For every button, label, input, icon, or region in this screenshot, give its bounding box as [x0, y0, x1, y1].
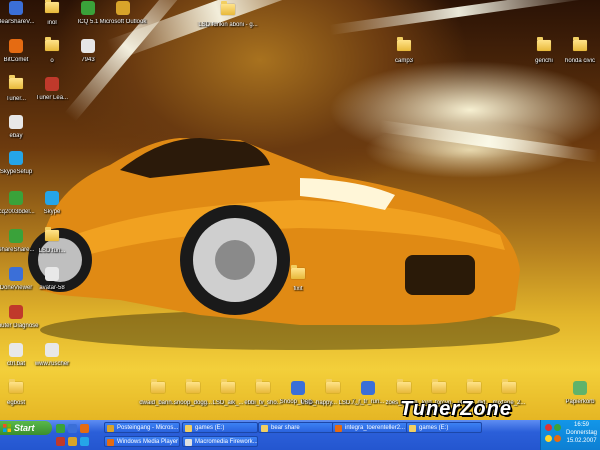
desktop-icon-label: egbost [6, 400, 25, 406]
desktop-icon[interactable]: avatar-58 [20, 266, 84, 292]
desktop-icon-label: Skype [43, 209, 61, 215]
tray-bitcomet-icon[interactable] [554, 435, 561, 442]
taskbar-button-label: Windows Media Player [117, 439, 179, 445]
taskbar-button-label: games (E:) [195, 425, 225, 431]
taskbar-button-label: Posteingang - Micros... [117, 425, 179, 431]
desktop-icon-label: LSD.fun... [38, 248, 66, 254]
folder-icon [572, 37, 588, 56]
quick-launch-skype-icon[interactable] [80, 437, 89, 446]
desktop-icon[interactable]: SkypeSetup [0, 150, 48, 176]
quick-launch-icq-icon[interactable] [56, 424, 65, 433]
desktop-icon[interactable]: camp3 [372, 37, 436, 65]
desktop-icon-label: 7943 [81, 57, 95, 63]
taskbar-button[interactable]: Windows Media Player [104, 436, 180, 447]
taskbar-button[interactable]: games (E:) [406, 422, 482, 433]
clock-date: 15.02.2007 [566, 438, 597, 444]
desktop-icon-label: LSD funkin aboni - g... [198, 22, 258, 28]
window-icon [261, 425, 268, 432]
taskbar-button[interactable]: Macromedia Firework... [182, 436, 258, 447]
folder-icon [8, 379, 24, 398]
desktop-icon-label: ebay [9, 133, 23, 139]
folder-icon [290, 265, 306, 284]
folder-icon [44, 227, 60, 246]
application-icon [8, 151, 24, 167]
tray-network-icon[interactable] [545, 435, 552, 442]
clock[interactable]: 16:59 Donnerstag 15.02.2007 [566, 421, 597, 445]
quick-launch-media-icon[interactable] [80, 424, 89, 433]
quick-launch-app-icon[interactable] [56, 437, 65, 446]
application-icon [8, 115, 24, 131]
desktop-icon[interactable]: Router Diagnose [0, 304, 48, 330]
taskbar-button[interactable]: games (E:) [182, 422, 258, 433]
folder-icon [501, 379, 517, 398]
desktop: BearShareV... inol ICQ 5.1 Microsoft Outloo… [0, 0, 600, 420]
quick-launch-outlook-icon[interactable] [68, 437, 77, 446]
application-icon [44, 77, 60, 93]
desktop-icon-label: www.ruscher [34, 361, 70, 367]
window-icon [335, 425, 342, 432]
start-button[interactable]: Start [0, 421, 52, 435]
application-icon [572, 381, 588, 397]
tunerzone-logo: TunerZone [400, 398, 512, 420]
taskbar-button-label: bear share [271, 425, 300, 431]
desktop-icon[interactable]: fixit [266, 265, 330, 293]
taskbar: Start Posteingang - Micros... games (E:) b… [0, 420, 600, 450]
desktop-icon[interactable]: LSD.fun... [20, 227, 84, 255]
windows-logo-icon [3, 424, 11, 432]
desktop-icon[interactable]: ebay [0, 114, 48, 140]
taskbar-button[interactable]: bear share [258, 422, 334, 433]
application-icon [44, 191, 60, 207]
quick-launch-ie-icon[interactable] [68, 424, 77, 433]
window-icon [185, 425, 192, 432]
taskbar-button-label: games (E:) [419, 425, 449, 431]
tray-icq-icon[interactable] [554, 424, 561, 431]
start-label: Start [14, 423, 35, 433]
window-icon [107, 425, 114, 432]
taskbar-button-label: integra_toerenteller2... [345, 425, 406, 431]
clock-time: 16:59 [574, 422, 590, 428]
desktop-icon[interactable]: honda civic [548, 37, 600, 65]
taskbar-button[interactable]: integra_toerenteller2... [332, 422, 408, 433]
application-icon [80, 39, 96, 55]
application-icon [115, 1, 131, 17]
taskbar-button[interactable]: Posteingang - Micros... [104, 422, 180, 433]
application-icon [8, 305, 24, 321]
desktop-icon[interactable]: Microsoft Outlook [91, 0, 155, 26]
window-icon [409, 425, 416, 432]
desktop-icon[interactable]: 7943 [56, 38, 120, 64]
desktop-icon-label: Tuner Lea... [35, 95, 69, 101]
window-icon [185, 439, 192, 446]
desktop-icon-label: camp3 [394, 58, 413, 64]
desktop-icon-label: Papierkorb [565, 399, 595, 405]
folder-icon [396, 37, 412, 56]
application-icon [44, 343, 60, 359]
desktop-icon-label: Router Diagnose [0, 323, 39, 329]
desktop-icon[interactable]: LSD funkin aboni - g... [196, 1, 260, 29]
desktop-icon-label: avatar-58 [39, 285, 65, 291]
desktop-icon[interactable]: Papierkorb [548, 380, 600, 406]
tray-alert-icon[interactable] [545, 424, 552, 431]
window-icon [107, 439, 114, 446]
desktop-icon-label: Microsoft Outlook [99, 19, 147, 25]
desktop-icon[interactable]: Skype [20, 190, 84, 216]
desktop-icon-label: fixit [293, 286, 303, 292]
desktop-icon[interactable]: egbost [0, 379, 48, 407]
clock-day: Donnerstag [566, 430, 598, 436]
desktop-icon-label: SkypeSetup [0, 169, 33, 175]
application-icon [44, 267, 60, 283]
desktop-icon-label: honda civic [564, 58, 596, 64]
desktop-icon[interactable]: Tuner Lea... [20, 76, 84, 102]
desktop-icon[interactable]: www.ruscher [20, 342, 84, 368]
taskbar-button-label: Macromedia Firework... [195, 439, 258, 445]
folder-icon [220, 1, 236, 20]
